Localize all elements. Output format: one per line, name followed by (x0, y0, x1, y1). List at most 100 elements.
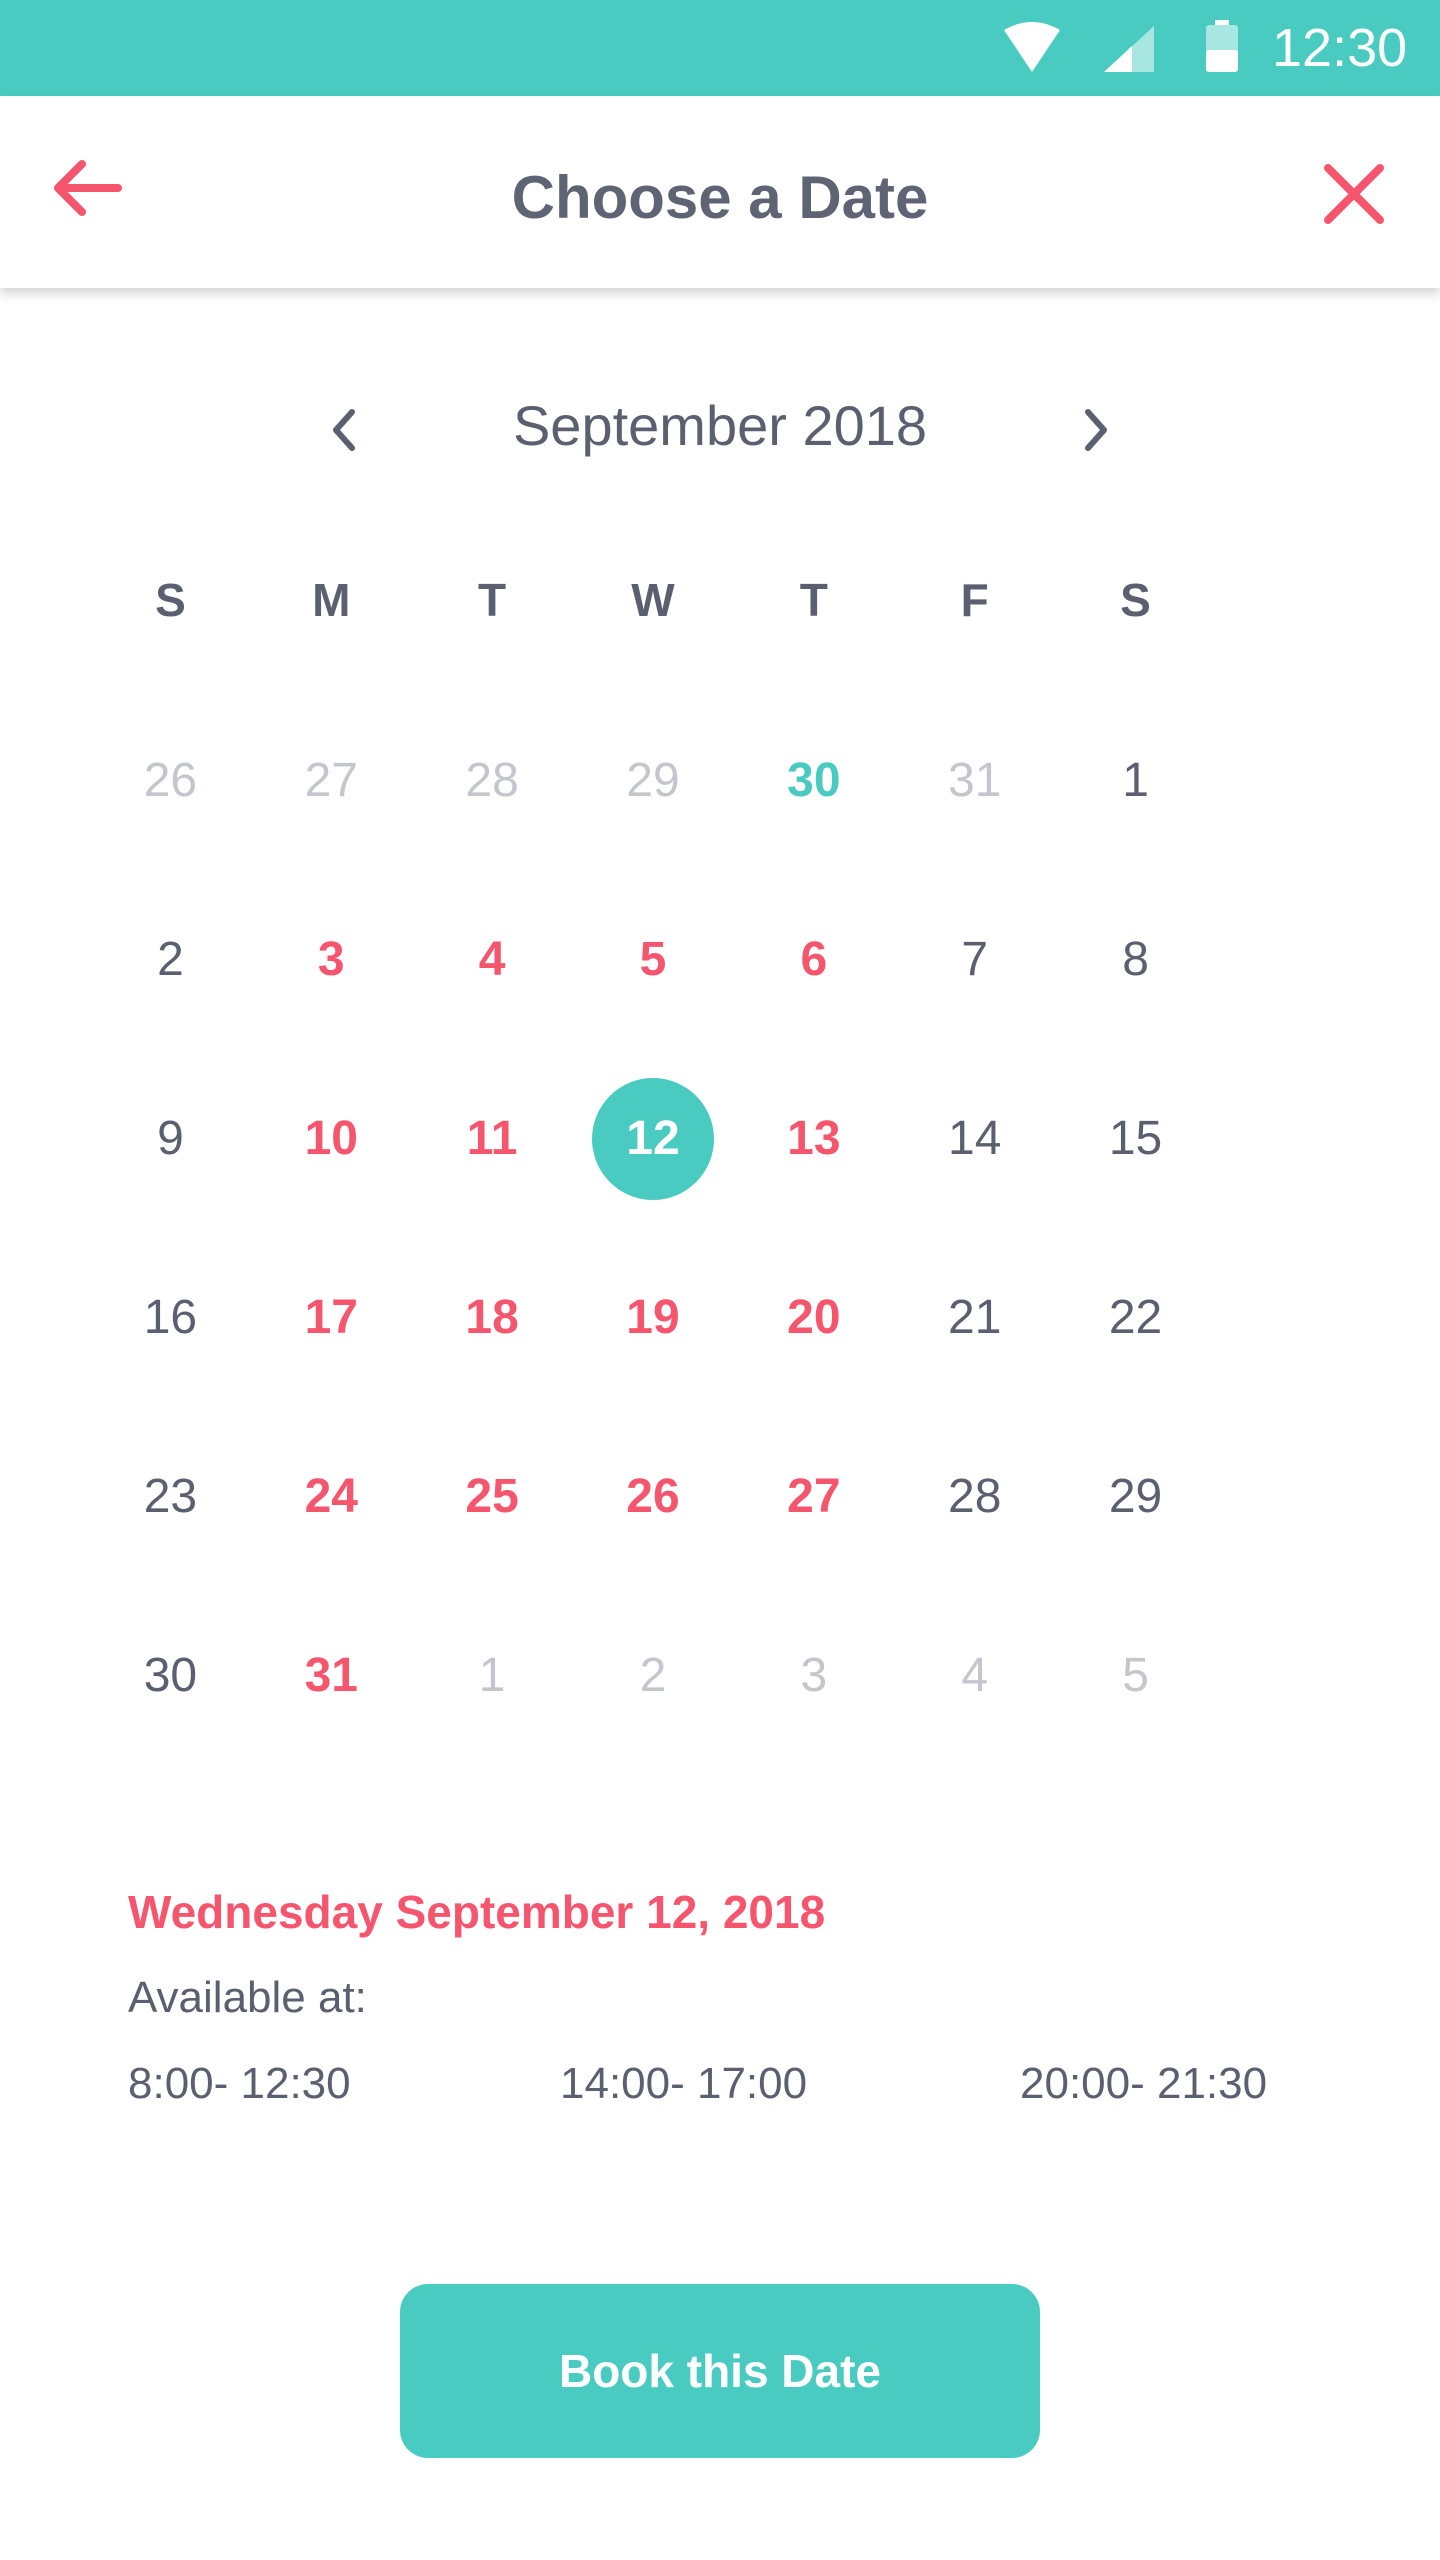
calendar-day-number: 3 (800, 1649, 828, 1702)
month-label: September 2018 (512, 394, 928, 457)
selected-date-label: Wednesday September 12, 2018 (128, 1886, 826, 1938)
time-slot[interactable]: 14:00- 17:00 (560, 2052, 807, 2116)
calendar-day-number: 27 (787, 1470, 841, 1523)
calendar-day[interactable]: 17 (251, 1261, 412, 1440)
calendar-day[interactable]: 3 (251, 903, 412, 1082)
calendar-day[interactable]: 1 (1055, 724, 1216, 903)
calendar-day[interactable]: 25 (412, 1440, 573, 1619)
calendar-day: 29 (573, 724, 734, 903)
calendar-day-number: 19 (626, 1291, 680, 1344)
calendar-day-number: 28 (465, 754, 519, 807)
calendar-day-number: 31 (304, 1649, 358, 1702)
calendar-day-number: 30 (143, 1649, 198, 1702)
calendar-day-number: 28 (948, 1470, 1002, 1523)
chevron-right-icon (1085, 409, 1107, 451)
calendar-day[interactable]: 29 (1055, 1440, 1216, 1619)
calendar-day-number: 1 (478, 1649, 506, 1702)
calendar-day[interactable]: 8 (1055, 903, 1216, 1082)
calendar-day: 4 (894, 1619, 1055, 1798)
calendar-day[interactable]: 2 (90, 903, 251, 1082)
calendar-day-number: 27 (304, 754, 358, 807)
calendar-day: 28 (412, 724, 573, 903)
calendar-day[interactable]: 22 (1055, 1261, 1216, 1440)
calendar-day-number: 6 (800, 933, 828, 986)
calendar-day[interactable]: 28 (894, 1440, 1055, 1619)
weekday-label: W (631, 574, 675, 626)
weekday-label: S (1120, 574, 1151, 626)
battery-icon (1206, 20, 1238, 72)
calendar-day[interactable]: 30 (733, 724, 894, 903)
signal-icon (1104, 26, 1154, 72)
page-title: Choose a Date (511, 164, 929, 231)
calendar-day: 27 (251, 724, 412, 903)
calendar-day-number: 9 (157, 1112, 184, 1165)
calendar-day: 31 (894, 724, 1055, 903)
calendar-day-number: 5 (1122, 1649, 1149, 1702)
time-slot[interactable]: 20:00- 21:30 (1020, 2052, 1267, 2116)
calendar-day[interactable]: 15 (1055, 1082, 1216, 1261)
calendar-day-number: 15 (1108, 1112, 1163, 1165)
calendar-day: 26 (90, 724, 251, 903)
calendar-day-number: 7 (961, 933, 989, 986)
calendar-day-number: 2 (157, 933, 184, 986)
calendar-day-number: 29 (1108, 1470, 1163, 1523)
book-date-button[interactable]: Book this Date (400, 2284, 1040, 2458)
calendar-day-selected[interactable]: 12 (573, 1078, 734, 1261)
month-navigation: September 2018 (0, 380, 1440, 480)
calendar-day-number: 12 (591, 1078, 714, 1200)
calendar-day-number: 24 (304, 1470, 358, 1523)
calendar-day[interactable]: 31 (251, 1619, 412, 1798)
calendar-day-number: 13 (787, 1112, 841, 1165)
calendar-day-number: 21 (948, 1291, 1002, 1344)
calendar-day[interactable]: 18 (412, 1261, 573, 1440)
calendar-day[interactable]: 27 (733, 1440, 894, 1619)
calendar-day-number: 11 (466, 1112, 518, 1165)
calendar-day-number: 20 (787, 1291, 841, 1344)
calendar-day[interactable]: 21 (894, 1261, 1055, 1440)
calendar-day-number: 4 (961, 1649, 989, 1702)
calendar-day-number: 29 (626, 754, 680, 807)
calendar-day[interactable]: 7 (894, 903, 1055, 1082)
weekday-label: T (799, 574, 828, 626)
calendar-day-number: 2 (639, 1649, 667, 1702)
calendar-day: 3 (733, 1619, 894, 1798)
status-bar: 12:30 (0, 0, 1440, 96)
calendar-day[interactable]: 20 (733, 1261, 894, 1440)
calendar-day[interactable]: 26 (573, 1440, 734, 1619)
calendar-day[interactable]: 5 (573, 903, 734, 1082)
calendar-day-number: 26 (626, 1470, 680, 1523)
calendar-day[interactable]: 10 (251, 1082, 412, 1261)
calendar-day[interactable]: 19 (573, 1261, 734, 1440)
calendar-day-number: 8 (1122, 933, 1149, 986)
calendar-day[interactable]: 13 (733, 1082, 894, 1261)
weekday-label: M (312, 574, 351, 626)
calendar-day-number: 25 (465, 1470, 519, 1523)
calendar-day[interactable]: 16 (90, 1261, 251, 1440)
calendar-day-number: 3 (317, 933, 345, 986)
weekday-header: S M T W T F S (90, 560, 1216, 640)
calendar-day[interactable]: 11 (412, 1082, 573, 1261)
calendar-grid: 26 27 28 29 30 31 1 2 3 4 5 6 7 8 9 10 11 12 13 14 15 16 17 18 1… (90, 724, 1216, 1798)
calendar-day-number: 5 (639, 933, 667, 986)
weekday-label: F (960, 574, 989, 626)
calendar-day-number: 10 (304, 1112, 358, 1165)
calendar-day-number: 17 (304, 1291, 358, 1344)
calendar-day[interactable]: 6 (733, 903, 894, 1082)
calendar-day[interactable]: 4 (412, 903, 573, 1082)
time-slot[interactable]: 8:00- 12:30 (128, 2052, 351, 2116)
app-bar: Choose a Date (0, 96, 1440, 288)
calendar-day: 1 (412, 1619, 573, 1798)
calendar-day-number: 14 (948, 1112, 1002, 1165)
calendar-day[interactable]: 14 (894, 1082, 1055, 1261)
calendar-day[interactable]: 30 (90, 1619, 251, 1798)
calendar-day[interactable]: 9 (90, 1082, 251, 1261)
next-month-button[interactable] (1060, 390, 1130, 470)
calendar-day[interactable]: 24 (251, 1440, 412, 1619)
close-button[interactable] (1306, 146, 1402, 242)
calendar-day[interactable]: 23 (90, 1440, 251, 1619)
close-icon (1324, 164, 1384, 224)
calendar-day: 5 (1055, 1619, 1216, 1798)
calendar-day-number: 16 (143, 1291, 198, 1344)
calendar-day: 2 (573, 1619, 734, 1798)
status-time: 12:30 (1272, 18, 1408, 78)
